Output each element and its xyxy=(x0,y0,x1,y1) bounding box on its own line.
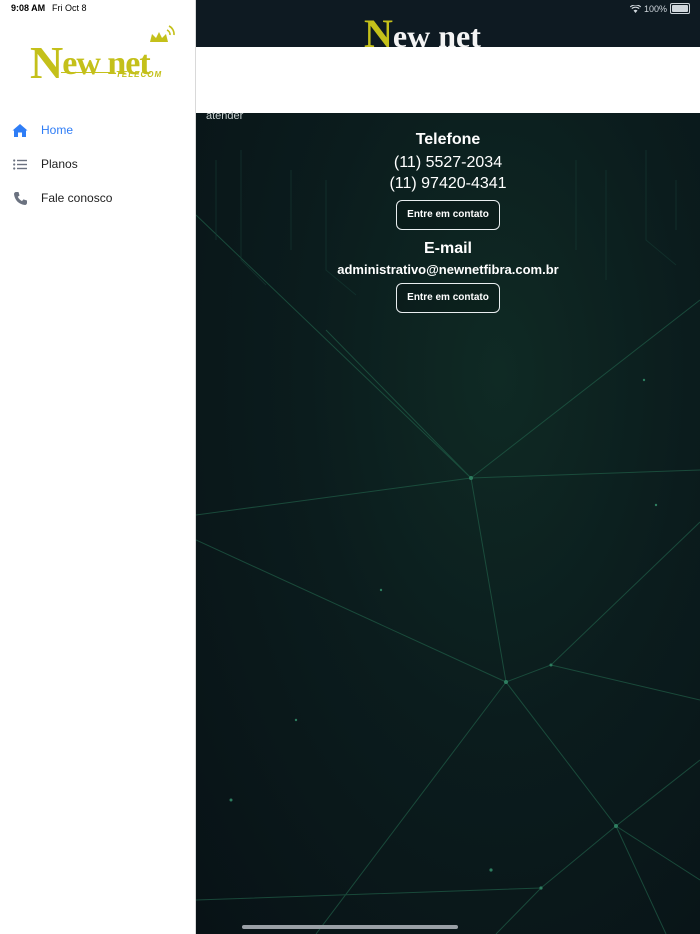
partial-text: atender xyxy=(206,110,244,122)
phone-number-1: (11) 5527-2034 xyxy=(393,154,503,171)
sidebar-item-label: Planos xyxy=(41,157,78,171)
home-icon xyxy=(12,122,28,138)
phone-title: Telefone xyxy=(415,131,481,148)
status-date: Fri Oct 8 xyxy=(52,3,87,13)
brand-logo: New net xyxy=(364,14,481,47)
phone-number-2: (11) 97420-4341 xyxy=(389,175,507,192)
sidebar-item-planos[interactable]: Planos xyxy=(0,147,195,181)
status-time: 9:08 AM xyxy=(11,3,46,13)
sidebar-nav: Home Planos Fale conosco xyxy=(0,113,195,215)
email-section: E-mail administrativo@newnetfibra.com.br… xyxy=(196,240,700,313)
home-indicator[interactable] xyxy=(242,925,458,929)
sidebar-item-label: Fale conosco xyxy=(41,191,113,205)
main-content: New net atender Telefone (11) 5527-2034 … xyxy=(196,0,700,934)
email-title: E-mail xyxy=(423,240,472,257)
sidebar-item-home[interactable]: Home xyxy=(0,113,195,147)
email-address: administrativo@newnetfibra.com.br xyxy=(337,262,559,277)
battery-icon xyxy=(670,3,690,14)
phone-section: Telefone (11) 5527-2034 (11) 97420-4341 … xyxy=(196,131,700,230)
sidebar-item-fale-conosco[interactable]: Fale conosco xyxy=(0,181,195,215)
logo-subtitle: TELECOM xyxy=(116,70,163,79)
logo-wordmark: New net xyxy=(30,37,151,88)
wifi-icon xyxy=(629,4,641,13)
header-band xyxy=(196,47,700,113)
sidebar: New net TELECOM Home Planos Fale conosco xyxy=(0,0,196,934)
battery-percent: 100% xyxy=(643,3,667,14)
list-icon xyxy=(12,156,28,172)
newnet-logo: New net TELECOM xyxy=(28,22,178,88)
crown-signal-icon xyxy=(150,25,175,42)
sidebar-item-label: Home xyxy=(41,123,74,137)
logo-underline xyxy=(61,72,113,73)
phone-icon xyxy=(12,190,28,206)
status-right: 100% xyxy=(629,3,690,14)
status-bar: 9:08 AM Fri Oct 8 100% xyxy=(0,0,700,18)
phone-contact-button[interactable]: Entre em contato xyxy=(396,200,500,230)
email-contact-button[interactable]: Entre em contato xyxy=(396,283,500,313)
